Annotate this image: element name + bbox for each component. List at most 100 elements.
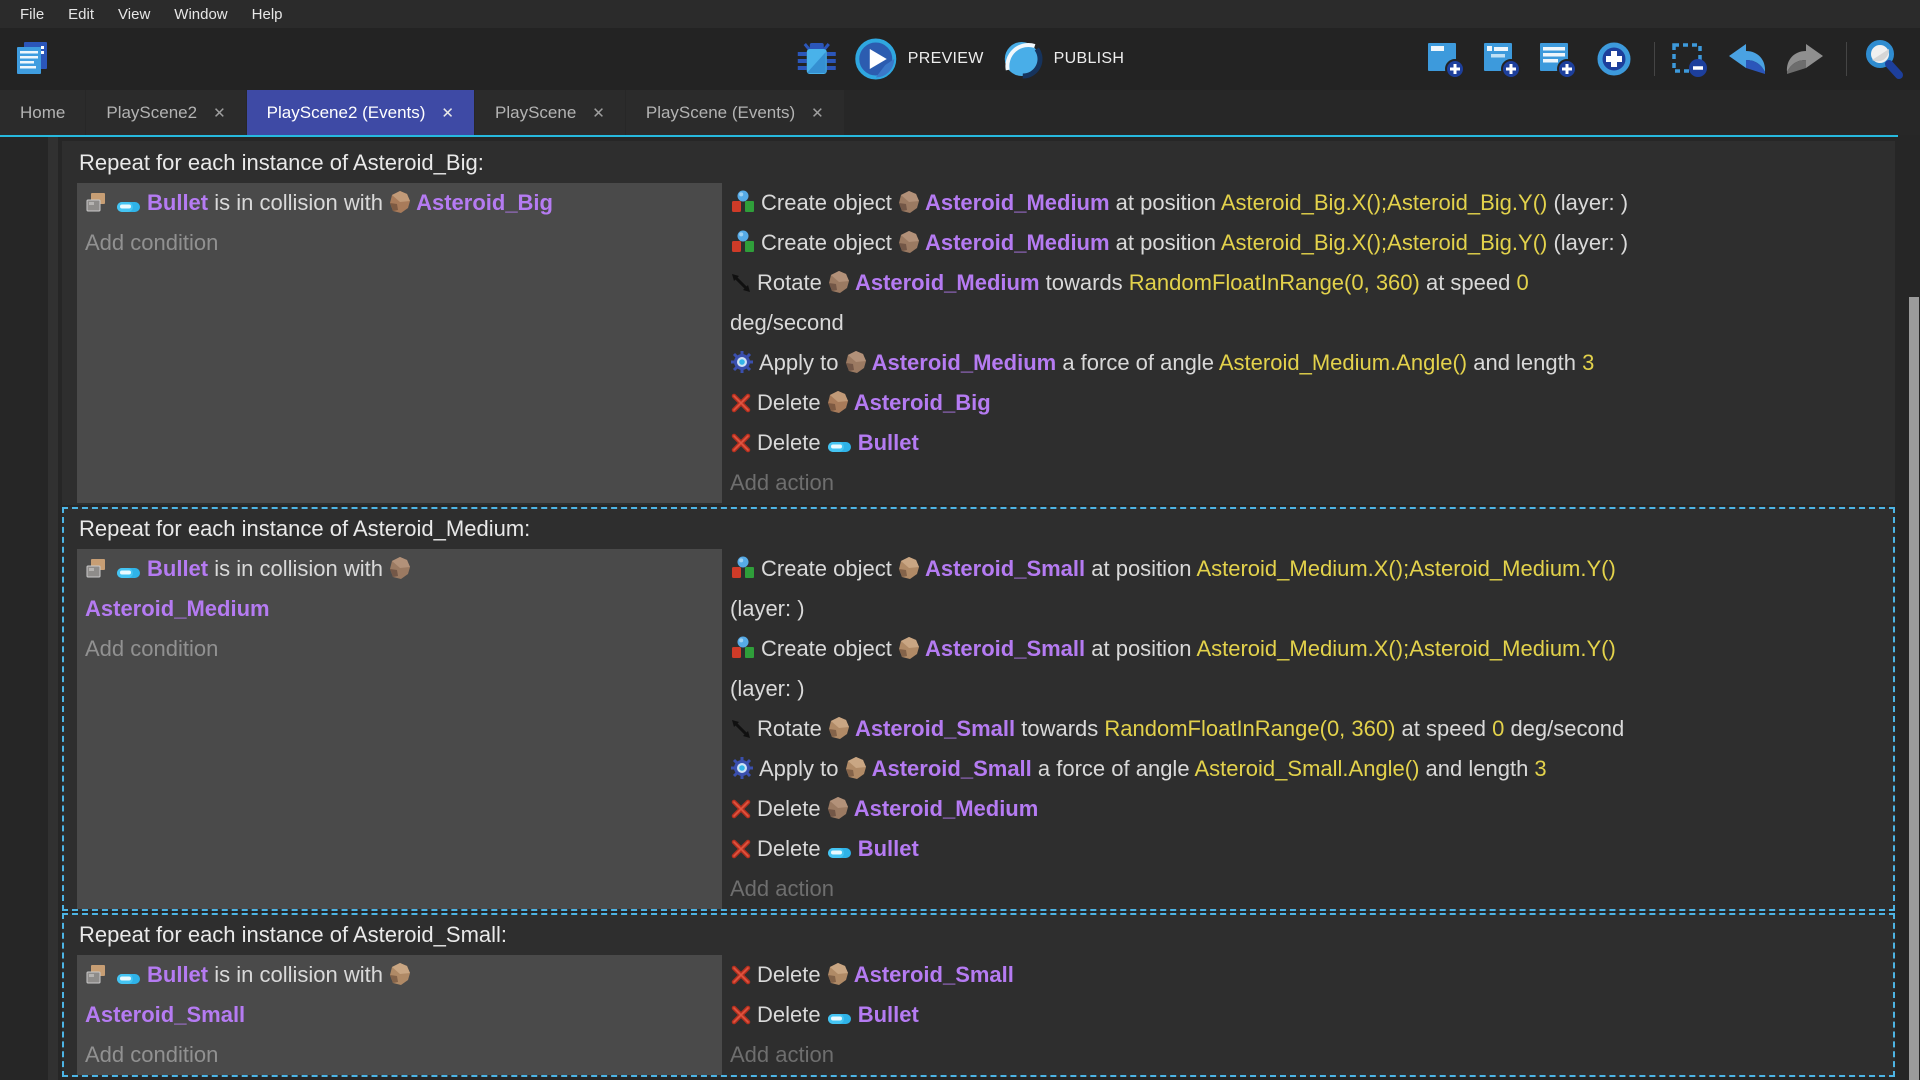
action-row[interactable]: Delete Bullet (730, 829, 1885, 869)
asteroid-small-icon (389, 962, 411, 986)
add-comment-icon (1537, 38, 1579, 80)
create-object-icon (730, 188, 756, 214)
action-row[interactable]: Create object Asteroid_Medium at positio… (730, 183, 1885, 223)
expression: 0 (1517, 270, 1529, 295)
create-object-icon (730, 634, 756, 660)
project-manager-button[interactable] (12, 39, 52, 79)
add-condition-button[interactable]: Add condition (85, 1035, 714, 1075)
text: Rotate (757, 270, 828, 295)
action-row[interactable]: Delete Asteroid_Small (730, 955, 1885, 995)
object-name: Asteroid_Medium (872, 350, 1057, 375)
scrollbar-thumb[interactable] (1909, 297, 1919, 1080)
action-row[interactable]: Apply to Asteroid_Small a force of angle… (730, 749, 1885, 789)
asteroid-medium-icon (845, 350, 867, 374)
condition-row[interactable]: Bullet is in collision with Asteroid_Med… (85, 549, 714, 629)
rotate-icon (730, 272, 752, 294)
condition-row[interactable]: Bullet is in collision with Asteroid_Big (85, 183, 714, 223)
event-repeat-block: Repeat for each instance of Asteroid_Sma… (62, 913, 1895, 1077)
action-row[interactable]: Apply to Asteroid_Medium a force of angl… (730, 343, 1885, 383)
close-icon[interactable]: ✕ (213, 104, 226, 122)
add-event-icon (1425, 38, 1467, 80)
object-name: Asteroid_Medium (925, 190, 1110, 215)
event-header[interactable]: Repeat for each instance of Asteroid_Big… (77, 143, 1893, 183)
menu-item-edit[interactable]: Edit (56, 6, 106, 23)
tab-label: PlayScene (Events) (646, 103, 795, 123)
action-row[interactable]: Create object Asteroid_Small at position… (730, 549, 1885, 629)
delete-selection-button[interactable] (1669, 38, 1716, 80)
menu-item-file[interactable]: File (8, 6, 56, 23)
text: (layer: ) (1547, 190, 1628, 215)
add-action-button[interactable]: Add action (730, 869, 1885, 909)
add-subevent-button[interactable] (1481, 38, 1528, 80)
tab-playscene[interactable]: PlayScene✕ (475, 90, 625, 135)
object-name: Asteroid_Small (85, 1002, 245, 1027)
events-sheet: Repeat for each instance of Asteroid_Big… (62, 137, 1895, 1077)
search-icon (1861, 37, 1905, 81)
action-row[interactable]: Rotate Asteroid_Small towards RandomFloa… (730, 709, 1885, 749)
add-comment-button[interactable] (1537, 38, 1584, 80)
object-name: Bullet (147, 962, 208, 987)
object-name: Bullet (147, 556, 208, 581)
preview-button[interactable]: PREVIEW (854, 37, 984, 81)
expression: Asteroid_Big.X();Asteroid_Big.Y() (1221, 190, 1547, 215)
expression: 3 (1534, 756, 1546, 781)
toolbar-center-group: PREVIEW PUBLISH (796, 37, 1124, 81)
action-row[interactable]: Rotate Asteroid_Medium towards RandomFlo… (730, 263, 1885, 343)
action-row[interactable]: Delete Asteroid_Medium (730, 789, 1885, 829)
condition-row[interactable]: Bullet is in collision with Asteroid_Sma… (85, 955, 714, 1035)
tab-playscene2[interactable]: PlayScene2 ✕ (86, 90, 245, 135)
text: a force of angle (1032, 756, 1195, 781)
close-icon[interactable]: ✕ (441, 104, 454, 122)
tab-label: PlayScene2 (Events) (267, 103, 426, 123)
choose-event-button[interactable] (1593, 38, 1640, 80)
asteroid-big-icon (827, 390, 849, 414)
add-event-button[interactable] (1425, 38, 1472, 80)
tab-playscene2-events[interactable]: PlayScene2 (Events) ✕ (247, 90, 474, 135)
text: Apply to (759, 756, 845, 781)
action-row[interactable]: Create object Asteroid_Medium at positio… (730, 223, 1885, 263)
tab-home[interactable]: Home (0, 90, 85, 135)
delete-selection-icon (1669, 38, 1711, 80)
object-name: Asteroid_Small (855, 716, 1015, 741)
asteroid-small-icon (898, 636, 920, 660)
event-header[interactable]: Repeat for each instance of Asteroid_Med… (77, 509, 1893, 549)
close-icon[interactable]: ✕ (592, 104, 605, 122)
add-action-button[interactable]: Add action (730, 1035, 1885, 1075)
search-button[interactable] (1861, 37, 1910, 81)
undo-button[interactable] (1725, 39, 1774, 79)
asteroid-small-icon (898, 556, 920, 580)
action-row[interactable]: Delete Asteroid_Big (730, 383, 1885, 423)
collision-icon (85, 556, 111, 580)
create-object-icon (730, 228, 756, 254)
event-header[interactable]: Repeat for each instance of Asteroid_Sma… (77, 915, 1893, 955)
tab-label: PlayScene2 (106, 103, 197, 123)
text: at position (1085, 556, 1196, 581)
menu-item-view[interactable]: View (106, 6, 162, 23)
text: Delete (757, 836, 827, 861)
collision-icon (85, 190, 111, 214)
publish-button[interactable]: PUBLISH (1000, 37, 1125, 81)
redo-button[interactable] (1783, 39, 1832, 79)
action-row[interactable]: Create object Asteroid_Small at position… (730, 629, 1885, 709)
choose-event-icon (1593, 38, 1635, 80)
text: at position (1110, 230, 1221, 255)
text: Delete (757, 962, 827, 987)
tab-playscene-events[interactable]: PlayScene (Events) ✕ (626, 90, 844, 135)
text: Apply to (759, 350, 845, 375)
text: towards (1040, 270, 1129, 295)
add-action-button[interactable]: Add action (730, 463, 1885, 503)
add-condition-button[interactable]: Add condition (85, 629, 714, 669)
asteroid-small-icon (845, 756, 867, 780)
close-icon[interactable]: ✕ (811, 104, 824, 122)
debugger-icon[interactable] (796, 39, 838, 79)
menu-item-window[interactable]: Window (162, 6, 239, 23)
tab-label: Home (20, 103, 65, 123)
add-condition-button[interactable]: Add condition (85, 223, 714, 263)
text: Delete (757, 796, 827, 821)
menu-item-help[interactable]: Help (240, 6, 295, 23)
action-row[interactable]: Delete Bullet (730, 995, 1885, 1035)
object-name: Asteroid_Small (872, 756, 1032, 781)
create-object-icon (730, 554, 756, 580)
action-row[interactable]: Delete Bullet (730, 423, 1885, 463)
scrollbar (1908, 137, 1920, 1080)
